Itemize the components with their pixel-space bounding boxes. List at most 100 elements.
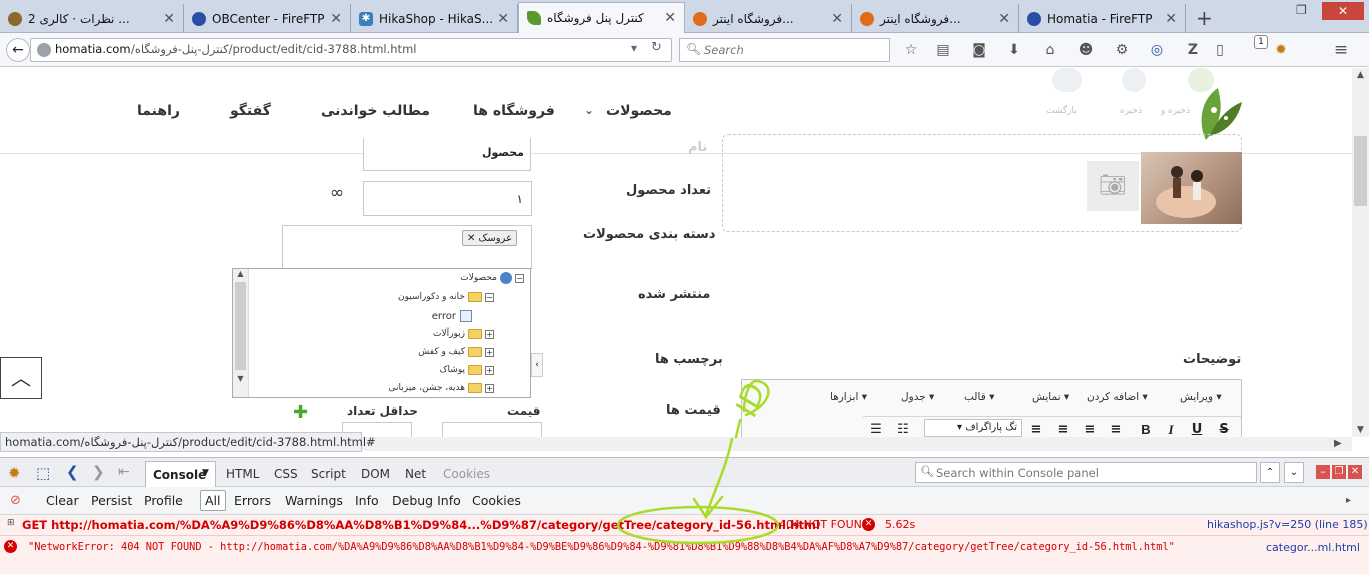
filter-debug-info[interactable]: Debug Info [392,493,461,508]
scroll-thumb[interactable] [1354,136,1367,206]
dropdown-icon[interactable]: ▾ [631,41,637,55]
browser-tab[interactable]: OBCenter - FireFTP ✕ [184,4,351,33]
new-tab-button[interactable]: + [1196,6,1213,30]
product-thumbnail[interactable] [1141,152,1242,224]
request-source-link[interactable]: hikashop.js?v=250 (line 185) [1207,518,1368,531]
page-icon[interactable]: ▯ [1211,41,1229,59]
bookmark-star-icon[interactable]: ☆ [902,41,920,59]
scroll-right-icon[interactable]: ▶ [1334,438,1342,449]
pocket-icon[interactable]: ◙ [970,41,988,59]
tree-node[interactable]: + زیورآلات [433,325,494,343]
notification-badge[interactable]: 1 [1254,35,1268,49]
firebug-icon[interactable]: ✹ [1272,41,1290,59]
close-icon[interactable]: ✕ [831,11,843,27]
back-to-top-button[interactable]: ︿ [0,357,42,399]
editor-menu-edit[interactable]: ▾ ویرایش [1180,391,1222,403]
justify-icon[interactable]: ≡ [1106,422,1126,437]
scroll-thumb[interactable] [235,282,246,370]
tree-node[interactable]: + کیف و کفش [418,343,494,361]
tree-side-handle[interactable]: ‹ [531,353,543,377]
zotero-icon[interactable]: Z [1184,41,1202,59]
collapse-icon[interactable]: − [515,273,524,283]
remove-tag-icon[interactable]: ✕ [467,233,475,244]
category-select[interactable]: عروسک ✕ [282,225,532,269]
editor-menu-tools[interactable]: ▾ ابزارها [830,391,867,403]
inspect-icon[interactable]: ⬚ [36,464,50,482]
chat-icon[interactable]: ☻ [1077,41,1095,59]
expand-icon[interactable]: + [485,347,494,357]
tab-net[interactable]: Net [405,467,426,481]
expand-icon[interactable]: ⊞ [7,518,15,528]
filter-all[interactable]: All [200,490,226,511]
tab-css[interactable]: CSS [274,467,298,481]
close-icon[interactable]: ✕ [497,11,509,27]
home-icon[interactable]: ⌂ [1041,41,1059,59]
browser-tab[interactable]: نظرات · کالری 2 ... ✕ [0,4,184,33]
filter-errors[interactable]: Errors [234,493,271,508]
quantity-input[interactable]: ۱ [363,181,532,216]
close-window-button[interactable]: ✕ [1322,2,1364,20]
filter-info[interactable]: Info [355,493,379,508]
search-prev-button[interactable]: ⌃ [1260,462,1280,483]
hamburger-menu-icon[interactable]: ≡ [1332,41,1350,59]
numbered-list-icon[interactable]: ☷ [893,422,913,437]
category-tag[interactable]: عروسک ✕ [462,230,518,246]
firebug-icon[interactable]: ✹ [8,464,21,482]
download-icon[interactable]: ⬇ [1005,41,1023,59]
tab-script[interactable]: Script [311,467,346,481]
expand-icon[interactable]: + [485,383,494,393]
camera-icon[interactable]: 📷︎ [1087,161,1139,211]
console-request-row[interactable]: ⊞ GET http://homatia.com/%DA%A9%D9%86%D8… [0,515,1369,536]
detach-firebug-icon[interactable]: ❐ [1332,465,1346,479]
fireftp-toolbar-icon[interactable]: ◎ [1148,41,1166,59]
url-bar[interactable]: homatia.com /کنترل-پنل-فروشگاه/product/e… [30,38,672,62]
tab-console[interactable]: Console ▼ [145,461,216,488]
browser-tab[interactable]: فروشگاه اینتر... ✕ [685,4,852,33]
infinity-toggle[interactable]: ∞ [330,183,344,203]
close-icon[interactable]: ✕ [163,11,175,27]
add-price-icon[interactable]: ✚ [293,402,308,423]
addon-icon[interactable]: ⚙ [1113,41,1131,59]
tab-dom[interactable]: DOM [361,467,390,481]
search-next-button[interactable]: ⌄ [1284,462,1304,483]
scroll-down-icon[interactable]: ▼ [1352,425,1369,435]
filter-persist[interactable]: Persist [91,493,132,508]
browser-tab-active[interactable]: کنترل پنل فروشگاه ✕ [518,2,685,33]
tab-cookies[interactable]: Cookies [443,467,490,481]
browser-tab[interactable]: Homatia - FireFTP ✕ [1019,4,1186,33]
scroll-up-icon[interactable]: ▲ [233,269,248,278]
menu-help[interactable]: راهنما [137,103,180,119]
align-left-icon[interactable]: ≡ [1080,422,1100,437]
command-icon[interactable]: ⇤ [118,464,130,480]
editor-menu-format[interactable]: ▾ قالب [964,391,994,403]
price-input[interactable] [442,422,542,438]
save-close-toolbar-icon[interactable] [1188,68,1214,92]
scroll-down-icon[interactable]: ▼ [233,374,248,383]
close-icon[interactable]: ✕ [998,11,1010,27]
menu-chat[interactable]: گفتگو [230,103,271,119]
expand-icon[interactable]: + [485,329,494,339]
expand-icon[interactable]: + [485,365,494,375]
bold-icon[interactable]: B [1136,422,1156,437]
next-icon[interactable]: ❯ [92,463,105,481]
tree-node[interactable]: error [432,307,476,325]
minimize-firebug-icon[interactable]: – [1316,465,1330,479]
reload-icon[interactable]: ↻ [651,40,662,55]
align-right-icon[interactable]: ≡ [1026,422,1046,437]
tree-node[interactable]: + هدیه، جشن، میزبانی [388,379,494,397]
tree-node-root[interactable]: − محصولات [460,269,524,287]
close-icon[interactable]: ✕ [664,10,676,26]
back-toolbar-icon[interactable] [1052,68,1082,92]
browser-tab[interactable]: ✱ HikaShop - HikaS... ✕ [351,4,518,33]
back-button[interactable]: ← [6,38,30,62]
panel-options-icon[interactable]: ▸ [1346,495,1351,506]
filter-clear[interactable]: Clear [46,493,79,508]
tree-node[interactable]: + پوشاک [440,361,494,379]
request-url[interactable]: GET http://homatia.com/%DA%A9%D9%86%D8%A… [22,518,820,532]
close-icon[interactable]: ✕ [1165,11,1177,27]
align-center-icon[interactable]: ≡ [1053,422,1073,437]
browser-tab[interactable]: فروشگاه اینتر... ✕ [852,4,1019,33]
name-input[interactable]: محصول [363,138,531,171]
filter-cookies[interactable]: Cookies [472,493,521,508]
console-search-input[interactable]: 🔍︎ Search within Console panel [915,462,1257,483]
